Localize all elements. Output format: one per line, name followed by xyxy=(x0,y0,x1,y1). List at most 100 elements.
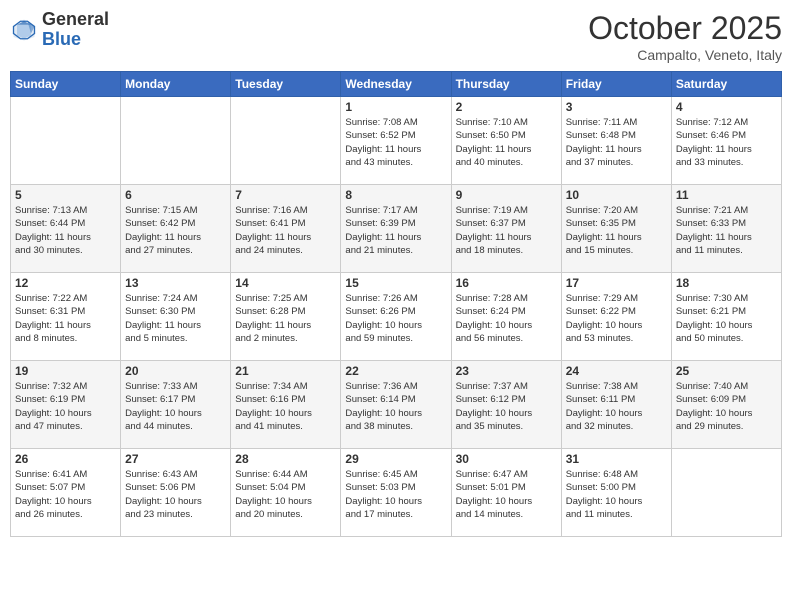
weekday-header-thursday: Thursday xyxy=(451,72,561,97)
day-number: 15 xyxy=(345,276,446,290)
day-number: 29 xyxy=(345,452,446,466)
day-number: 16 xyxy=(456,276,557,290)
weekday-header-saturday: Saturday xyxy=(671,72,781,97)
calendar-cell: 1 Sunrise: 7:08 AMSunset: 6:52 PMDaylight… xyxy=(341,97,451,185)
header: General Blue October 2025 Campalto, Vene… xyxy=(10,10,782,63)
day-number: 28 xyxy=(235,452,336,466)
day-number: 17 xyxy=(566,276,667,290)
calendar-cell: 14 Sunrise: 7:25 AMSunset: 6:28 PMDayligh… xyxy=(231,273,341,361)
day-number: 30 xyxy=(456,452,557,466)
calendar-cell: 16 Sunrise: 7:28 AMSunset: 6:24 PMDayligh… xyxy=(451,273,561,361)
weekday-header-monday: Monday xyxy=(121,72,231,97)
calendar-cell: 27 Sunrise: 6:43 AMSunset: 5:06 PMDayligh… xyxy=(121,449,231,537)
calendar-cell: 23Sunrise: 7:37 AMSunset: 6:12 PMDayligh… xyxy=(451,361,561,449)
day-number: 21 xyxy=(235,364,336,378)
calendar-cell: 10 Sunrise: 7:20 AMSunset: 6:35 PMDayligh… xyxy=(561,185,671,273)
day-info: Sunrise: 6:41 AMSunset: 5:07 PMDaylight:… xyxy=(15,468,116,521)
logo-blue: Blue xyxy=(42,29,81,49)
day-number: 3 xyxy=(566,100,667,114)
day-info: Sunrise: 7:17 AMSunset: 6:39 PMDaylight:… xyxy=(345,204,446,257)
calendar-cell: 5 Sunrise: 7:13 AMSunset: 6:44 PMDaylight… xyxy=(11,185,121,273)
day-number: 8 xyxy=(345,188,446,202)
calendar-cell xyxy=(231,97,341,185)
calendar-cell: 19Sunrise: 7:32 AMSunset: 6:19 PMDayligh… xyxy=(11,361,121,449)
title-area: October 2025 Campalto, Veneto, Italy xyxy=(588,10,782,63)
calendar-cell: 28Sunrise: 6:44 AMSunset: 5:04 PMDayligh… xyxy=(231,449,341,537)
calendar-cell: 8 Sunrise: 7:17 AMSunset: 6:39 PMDaylight… xyxy=(341,185,451,273)
weekday-header-friday: Friday xyxy=(561,72,671,97)
calendar-cell: 22 Sunrise: 7:36 AMSunset: 6:14 PMDayligh… xyxy=(341,361,451,449)
day-info: Sunrise: 7:13 AMSunset: 6:44 PMDaylight:… xyxy=(15,204,116,257)
calendar-cell: 3 Sunrise: 7:11 AMSunset: 6:48 PMDaylight… xyxy=(561,97,671,185)
day-info: Sunrise: 7:22 AMSunset: 6:31 PMDaylight:… xyxy=(15,292,116,345)
day-number: 31 xyxy=(566,452,667,466)
day-number: 10 xyxy=(566,188,667,202)
weekday-header-row: SundayMondayTuesdayWednesdayThursdayFrid… xyxy=(11,72,782,97)
logo-text: General Blue xyxy=(42,10,109,50)
day-info: Sunrise: 7:12 AMSunset: 6:46 PMDaylight:… xyxy=(676,116,777,169)
calendar-cell: 4 Sunrise: 7:12 AMSunset: 6:46 PMDaylight… xyxy=(671,97,781,185)
day-info: Sunrise: 7:19 AMSunset: 6:37 PMDaylight:… xyxy=(456,204,557,257)
day-number: 26 xyxy=(15,452,116,466)
day-info: Sunrise: 7:20 AMSunset: 6:35 PMDaylight:… xyxy=(566,204,667,257)
calendar-week-row: 26 Sunrise: 6:41 AMSunset: 5:07 PMDayligh… xyxy=(11,449,782,537)
day-info: Sunrise: 7:15 AMSunset: 6:42 PMDaylight:… xyxy=(125,204,226,257)
calendar-cell: 7 Sunrise: 7:16 AMSunset: 6:41 PMDaylight… xyxy=(231,185,341,273)
calendar-cell: 30Sunrise: 6:47 AMSunset: 5:01 PMDayligh… xyxy=(451,449,561,537)
day-info: Sunrise: 7:25 AMSunset: 6:28 PMDaylight:… xyxy=(235,292,336,345)
calendar-week-row: 5 Sunrise: 7:13 AMSunset: 6:44 PMDaylight… xyxy=(11,185,782,273)
calendar-cell xyxy=(121,97,231,185)
day-number: 22 xyxy=(345,364,446,378)
day-info: Sunrise: 7:36 AMSunset: 6:14 PMDaylight:… xyxy=(345,380,446,433)
month-title: October 2025 xyxy=(588,10,782,47)
calendar-cell xyxy=(671,449,781,537)
day-number: 5 xyxy=(15,188,116,202)
calendar-week-row: 19Sunrise: 7:32 AMSunset: 6:19 PMDayligh… xyxy=(11,361,782,449)
day-number: 7 xyxy=(235,188,336,202)
calendar-cell xyxy=(11,97,121,185)
day-number: 27 xyxy=(125,452,226,466)
day-info: Sunrise: 7:38 AMSunset: 6:11 PMDaylight:… xyxy=(566,380,667,433)
calendar-cell: 15 Sunrise: 7:26 AMSunset: 6:26 PMDayligh… xyxy=(341,273,451,361)
day-number: 18 xyxy=(676,276,777,290)
day-number: 14 xyxy=(235,276,336,290)
day-info: Sunrise: 7:16 AMSunset: 6:41 PMDaylight:… xyxy=(235,204,336,257)
day-number: 9 xyxy=(456,188,557,202)
calendar-cell: 6Sunrise: 7:15 AMSunset: 6:42 PMDaylight… xyxy=(121,185,231,273)
weekday-header-sunday: Sunday xyxy=(11,72,121,97)
calendar-week-row: 12 Sunrise: 7:22 AMSunset: 6:31 PMDayligh… xyxy=(11,273,782,361)
day-number: 4 xyxy=(676,100,777,114)
calendar-week-row: 1 Sunrise: 7:08 AMSunset: 6:52 PMDaylight… xyxy=(11,97,782,185)
day-info: Sunrise: 7:10 AMSunset: 6:50 PMDaylight:… xyxy=(456,116,557,169)
day-info: Sunrise: 7:08 AMSunset: 6:52 PMDaylight:… xyxy=(345,116,446,169)
page-container: General Blue October 2025 Campalto, Vene… xyxy=(0,0,792,547)
calendar-cell: 31 Sunrise: 6:48 AMSunset: 5:00 PMDayligh… xyxy=(561,449,671,537)
day-info: Sunrise: 7:11 AMSunset: 6:48 PMDaylight:… xyxy=(566,116,667,169)
day-number: 12 xyxy=(15,276,116,290)
calendar-cell: 12 Sunrise: 7:22 AMSunset: 6:31 PMDayligh… xyxy=(11,273,121,361)
day-number: 11 xyxy=(676,188,777,202)
logo-general: General xyxy=(42,9,109,29)
weekday-header-wednesday: Wednesday xyxy=(341,72,451,97)
day-info: Sunrise: 7:21 AMSunset: 6:33 PMDaylight:… xyxy=(676,204,777,257)
day-number: 20 xyxy=(125,364,226,378)
day-number: 2 xyxy=(456,100,557,114)
weekday-header-tuesday: Tuesday xyxy=(231,72,341,97)
calendar-cell: 17Sunrise: 7:29 AMSunset: 6:22 PMDayligh… xyxy=(561,273,671,361)
day-info: Sunrise: 7:28 AMSunset: 6:24 PMDaylight:… xyxy=(456,292,557,345)
day-info: Sunrise: 6:43 AMSunset: 5:06 PMDaylight:… xyxy=(125,468,226,521)
calendar-cell: 21 Sunrise: 7:34 AMSunset: 6:16 PMDayligh… xyxy=(231,361,341,449)
day-number: 1 xyxy=(345,100,446,114)
logo-icon xyxy=(10,16,38,44)
day-number: 23 xyxy=(456,364,557,378)
day-info: Sunrise: 6:48 AMSunset: 5:00 PMDaylight:… xyxy=(566,468,667,521)
day-number: 25 xyxy=(676,364,777,378)
day-number: 24 xyxy=(566,364,667,378)
day-info: Sunrise: 7:26 AMSunset: 6:26 PMDaylight:… xyxy=(345,292,446,345)
day-info: Sunrise: 7:34 AMSunset: 6:16 PMDaylight:… xyxy=(235,380,336,433)
calendar-cell: 18 Sunrise: 7:30 AMSunset: 6:21 PMDayligh… xyxy=(671,273,781,361)
day-info: Sunrise: 6:45 AMSunset: 5:03 PMDaylight:… xyxy=(345,468,446,521)
calendar-cell: 9 Sunrise: 7:19 AMSunset: 6:37 PMDaylight… xyxy=(451,185,561,273)
logo: General Blue xyxy=(10,10,109,50)
day-info: Sunrise: 7:30 AMSunset: 6:21 PMDaylight:… xyxy=(676,292,777,345)
